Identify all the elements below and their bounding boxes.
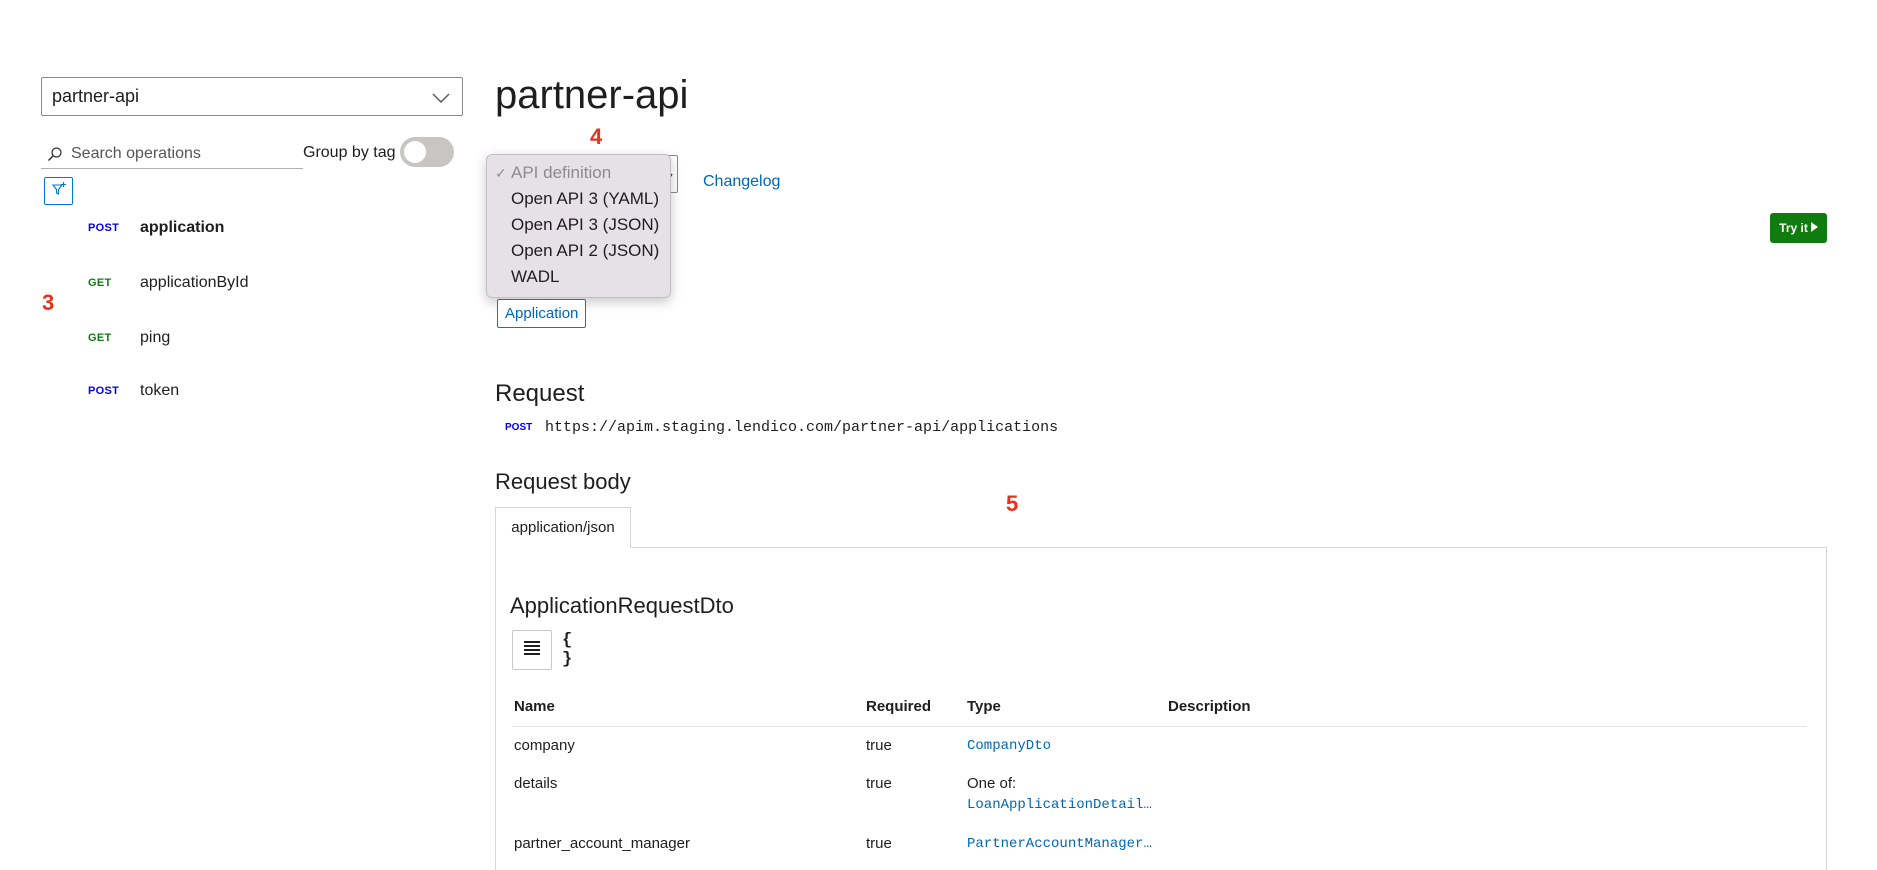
try-it-button[interactable]: Try it xyxy=(1770,213,1827,243)
request-heading: Request xyxy=(495,380,585,407)
search-input[interactable] xyxy=(69,143,289,164)
cell-type-prefix: One of: xyxy=(967,775,1017,792)
group-by-tag-toggle[interactable] xyxy=(400,137,454,167)
json-view-button[interactable]: { } xyxy=(562,630,592,670)
api-select-value: partner-api xyxy=(52,86,140,106)
cell-type-link[interactable]: LoanApplicationDetail... xyxy=(967,797,1157,813)
dropdown-option-label: Open API 3 (JSON) xyxy=(511,215,660,234)
operation-item[interactable]: GET applicationById xyxy=(80,265,450,301)
dropdown-option[interactable]: WADL xyxy=(487,264,670,290)
cell-name: details xyxy=(514,775,558,792)
table-view-icon xyxy=(524,640,540,660)
operation-method: GET xyxy=(88,277,112,289)
try-it-label: Try it xyxy=(1779,221,1808,235)
search-icon xyxy=(47,146,69,162)
cell-name: company xyxy=(514,737,575,754)
dropdown-option[interactable]: Open API 3 (JSON) xyxy=(487,212,670,238)
changelog-link[interactable]: Changelog xyxy=(703,173,780,191)
column-header-type: Type xyxy=(967,698,1001,715)
checkmark-icon: ✓ xyxy=(495,164,507,181)
dropdown-option[interactable]: Open API 2 (JSON) xyxy=(487,238,670,264)
play-icon xyxy=(1810,221,1818,235)
request-body-heading: Request body xyxy=(495,469,631,494)
annotation-marker: 3 xyxy=(42,290,55,315)
page-title: partner-api xyxy=(495,73,689,117)
request-method: POST xyxy=(505,422,533,433)
operation-item[interactable]: GET ping xyxy=(80,320,450,356)
operation-method: POST xyxy=(88,385,120,397)
dropdown-option[interactable]: Open API 3 (YAML) xyxy=(487,186,670,212)
operation-item[interactable]: POST token xyxy=(80,373,450,409)
annotation-marker: 5 xyxy=(1006,491,1019,516)
operation-name: token xyxy=(140,382,180,399)
cell-required: true xyxy=(866,835,892,852)
request-url: https://apim.staging.lendico.com/partner… xyxy=(545,419,1059,436)
filter-button[interactable] xyxy=(44,177,73,205)
table-view-button[interactable] xyxy=(512,630,552,670)
api-select[interactable]: partner-api xyxy=(41,77,463,116)
operation-method: GET xyxy=(88,332,112,344)
dropdown-option-label: WADL xyxy=(511,267,560,286)
group-by-tag-label: Group by tag xyxy=(303,144,396,161)
column-header-description: Description xyxy=(1168,698,1251,715)
table-header-divider xyxy=(512,726,1807,727)
search-box xyxy=(41,139,303,169)
operation-method: POST xyxy=(88,222,120,234)
operation-name: applicationById xyxy=(140,274,249,291)
column-header-required: Required xyxy=(866,698,932,715)
dropdown-option[interactable]: ✓ API definition xyxy=(487,160,670,186)
dropdown-option-label: Open API 3 (YAML) xyxy=(511,189,660,208)
annotation-marker: 4 xyxy=(590,124,603,149)
toggle-knob xyxy=(404,141,426,163)
column-header-name: Name xyxy=(514,698,555,715)
operation-name: ping xyxy=(140,329,171,346)
dropdown-option-label: Open API 2 (JSON) xyxy=(511,241,660,260)
operation-item[interactable]: POST application xyxy=(80,210,450,246)
tab-application-json[interactable]: application/json xyxy=(495,507,631,548)
operation-name: application xyxy=(140,219,225,236)
cell-required: true xyxy=(866,775,892,792)
cell-required: true xyxy=(866,737,892,754)
dropdown-option-label: API definition xyxy=(511,163,612,182)
api-definition-dropdown: ✓ API definition Open API 3 (YAML) Open … xyxy=(486,154,671,298)
page: partner-api Group by tag POST applicatio… xyxy=(0,0,1877,870)
filter-icon xyxy=(51,181,67,202)
request-body-panel: ApplicationRequestDto { } Name Required … xyxy=(495,547,1827,870)
request-line: POST https://apim.staging.lendico.com/pa… xyxy=(505,419,1058,436)
schema-title: ApplicationRequestDto xyxy=(510,593,734,618)
cell-name: partner_account_manager xyxy=(514,835,690,852)
tag-application[interactable]: Application xyxy=(497,299,587,328)
cell-type-link[interactable]: PartnerAccountManager... xyxy=(967,836,1157,852)
chevron-down-icon xyxy=(432,89,450,110)
cell-type-link[interactable]: CompanyDto xyxy=(967,738,1051,754)
